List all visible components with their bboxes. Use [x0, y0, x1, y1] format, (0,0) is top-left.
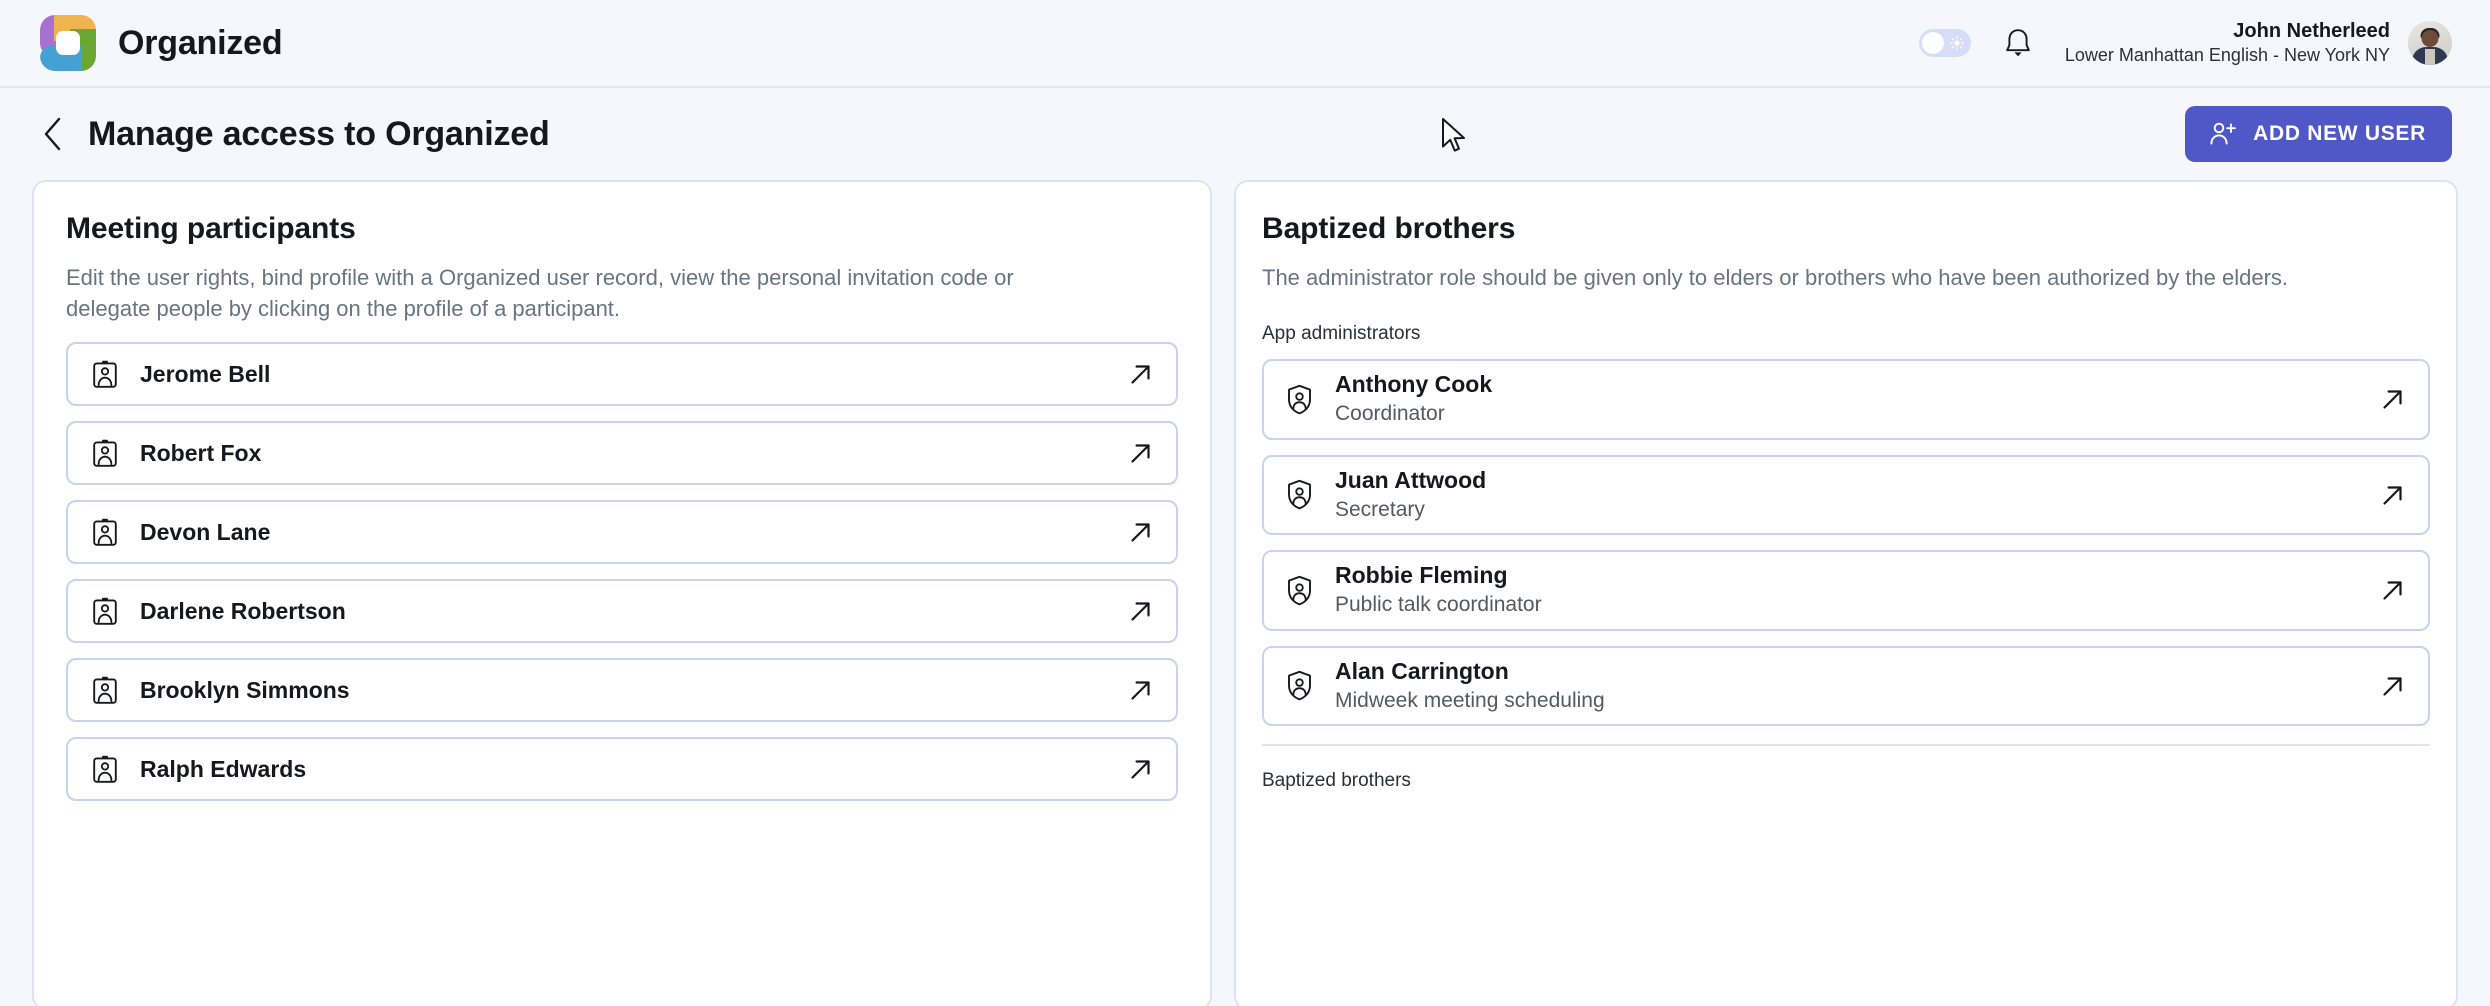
participant-name: Ralph Edwards — [140, 756, 306, 783]
participant-row[interactable]: Robert Fox — [66, 421, 1178, 485]
administrator-role: Public talk coordinator — [1335, 591, 1542, 618]
administrator-info: Robbie Fleming Public talk coordinator — [1335, 562, 1542, 618]
participant-name: Devon Lane — [140, 519, 270, 546]
participant-row[interactable]: Darlene Robertson — [66, 579, 1178, 643]
meeting-participants-description: Edit the user rights, bind profile with … — [66, 262, 1096, 324]
participant-name: Darlene Robertson — [140, 598, 346, 625]
shield-person-icon — [1286, 384, 1313, 415]
participant-name: Jerome Bell — [140, 361, 270, 388]
id-badge-icon — [92, 359, 118, 389]
arrow-up-right-icon — [2380, 386, 2406, 412]
user-info: John Netherleed Lower Manhattan English … — [2065, 19, 2390, 68]
arrow-up-right-icon — [2380, 577, 2406, 603]
administrator-open-button[interactable] — [2380, 577, 2406, 603]
participant-open-button[interactable] — [1128, 519, 1154, 545]
administrator-info: Alan Carrington Midweek meeting scheduli… — [1335, 658, 1605, 714]
arrow-up-right-icon — [1128, 361, 1154, 387]
administrators-list: Anthony Cook Coordinator Juan Attwood Se… — [1262, 359, 2430, 726]
administrator-open-button[interactable] — [2380, 386, 2406, 412]
cards-container: Meeting participants Edit the user right… — [0, 180, 2490, 1006]
arrow-up-right-icon — [1128, 440, 1154, 466]
header-right-controls: John Netherleed Lower Manhattan English … — [1919, 19, 2452, 68]
id-badge-icon — [92, 438, 118, 468]
participant-open-button[interactable] — [1128, 361, 1154, 387]
administrator-info: Juan Attwood Secretary — [1335, 467, 1486, 523]
app-administrators-label: App administrators — [1262, 323, 2430, 345]
participant-open-button[interactable] — [1128, 440, 1154, 466]
user-menu[interactable]: John Netherleed Lower Manhattan English … — [2065, 19, 2452, 68]
user-congregation: Lower Manhattan English - New York NY — [2065, 44, 2390, 67]
arrow-up-right-icon — [1128, 756, 1154, 782]
administrator-row[interactable]: Robbie Fleming Public talk coordinator — [1262, 550, 2430, 630]
baptized-brothers-description: The administrator role should be given o… — [1262, 262, 2322, 293]
app-header: Organized — [0, 0, 2490, 88]
participants-list: Jerome Bell Robert Fox Devon Lane Darlen… — [66, 342, 1178, 801]
sun-icon — [1950, 36, 1964, 50]
arrow-up-right-icon — [1128, 519, 1154, 545]
id-badge-icon — [92, 517, 118, 547]
shield-person-icon — [1286, 479, 1313, 510]
add-new-user-label: ADD NEW USER — [2253, 122, 2426, 146]
bell-icon — [2004, 27, 2032, 59]
participant-row[interactable]: Devon Lane — [66, 500, 1178, 564]
brand-name: Organized — [118, 24, 282, 63]
notifications-button[interactable] — [2001, 24, 2035, 62]
arrow-up-right-icon — [2380, 482, 2406, 508]
administrator-open-button[interactable] — [2380, 482, 2406, 508]
page-title-bar: Manage access to Organized ADD NEW USER — [0, 88, 2490, 180]
section-divider — [1262, 744, 2430, 746]
id-badge-icon — [92, 675, 118, 705]
administrator-role: Midweek meeting scheduling — [1335, 687, 1605, 714]
arrow-up-right-icon — [2380, 673, 2406, 699]
participant-name: Robert Fox — [140, 440, 261, 467]
id-badge-icon — [92, 754, 118, 784]
brand[interactable]: Organized — [40, 15, 282, 71]
meeting-participants-title: Meeting participants — [66, 212, 1178, 246]
user-avatar[interactable] — [2408, 21, 2452, 65]
administrator-name: Robbie Fleming — [1335, 562, 1542, 589]
administrator-info: Anthony Cook Coordinator — [1335, 371, 1492, 427]
administrator-role: Coordinator — [1335, 400, 1492, 427]
administrator-open-button[interactable] — [2380, 673, 2406, 699]
back-button[interactable] — [30, 111, 76, 157]
user-plus-icon — [2209, 121, 2237, 147]
shield-person-icon — [1286, 575, 1313, 606]
baptized-brothers-title: Baptized brothers — [1262, 212, 2430, 246]
chevron-left-icon — [42, 117, 64, 151]
administrator-row[interactable]: Anthony Cook Coordinator — [1262, 359, 2430, 439]
arrow-up-right-icon — [1128, 598, 1154, 624]
administrator-name: Alan Carrington — [1335, 658, 1605, 685]
toggle-knob — [1922, 32, 1944, 54]
administrator-name: Juan Attwood — [1335, 467, 1486, 494]
organized-pinwheel-logo — [40, 15, 96, 71]
participant-name: Brooklyn Simmons — [140, 677, 350, 704]
id-badge-icon — [92, 596, 118, 626]
baptized-brothers-card: Baptized brothers The administrator role… — [1234, 180, 2458, 1006]
administrator-role: Secretary — [1335, 496, 1486, 523]
baptized-brothers-sublabel: Baptized brothers — [1262, 770, 2430, 792]
participant-row[interactable]: Brooklyn Simmons — [66, 658, 1178, 722]
theme-toggle[interactable] — [1919, 29, 1971, 57]
administrator-row[interactable]: Juan Attwood Secretary — [1262, 455, 2430, 535]
participant-open-button[interactable] — [1128, 677, 1154, 703]
user-name: John Netherleed — [2065, 19, 2390, 45]
page-title: Manage access to Organized — [88, 115, 550, 154]
participant-row[interactable]: Jerome Bell — [66, 342, 1178, 406]
administrator-row[interactable]: Alan Carrington Midweek meeting scheduli… — [1262, 646, 2430, 726]
shield-person-icon — [1286, 670, 1313, 701]
add-new-user-button[interactable]: ADD NEW USER — [2185, 106, 2452, 162]
participant-row[interactable]: Ralph Edwards — [66, 737, 1178, 801]
participant-open-button[interactable] — [1128, 598, 1154, 624]
administrator-name: Anthony Cook — [1335, 371, 1492, 398]
participant-open-button[interactable] — [1128, 756, 1154, 782]
arrow-up-right-icon — [1128, 677, 1154, 703]
meeting-participants-card: Meeting participants Edit the user right… — [32, 180, 1212, 1006]
